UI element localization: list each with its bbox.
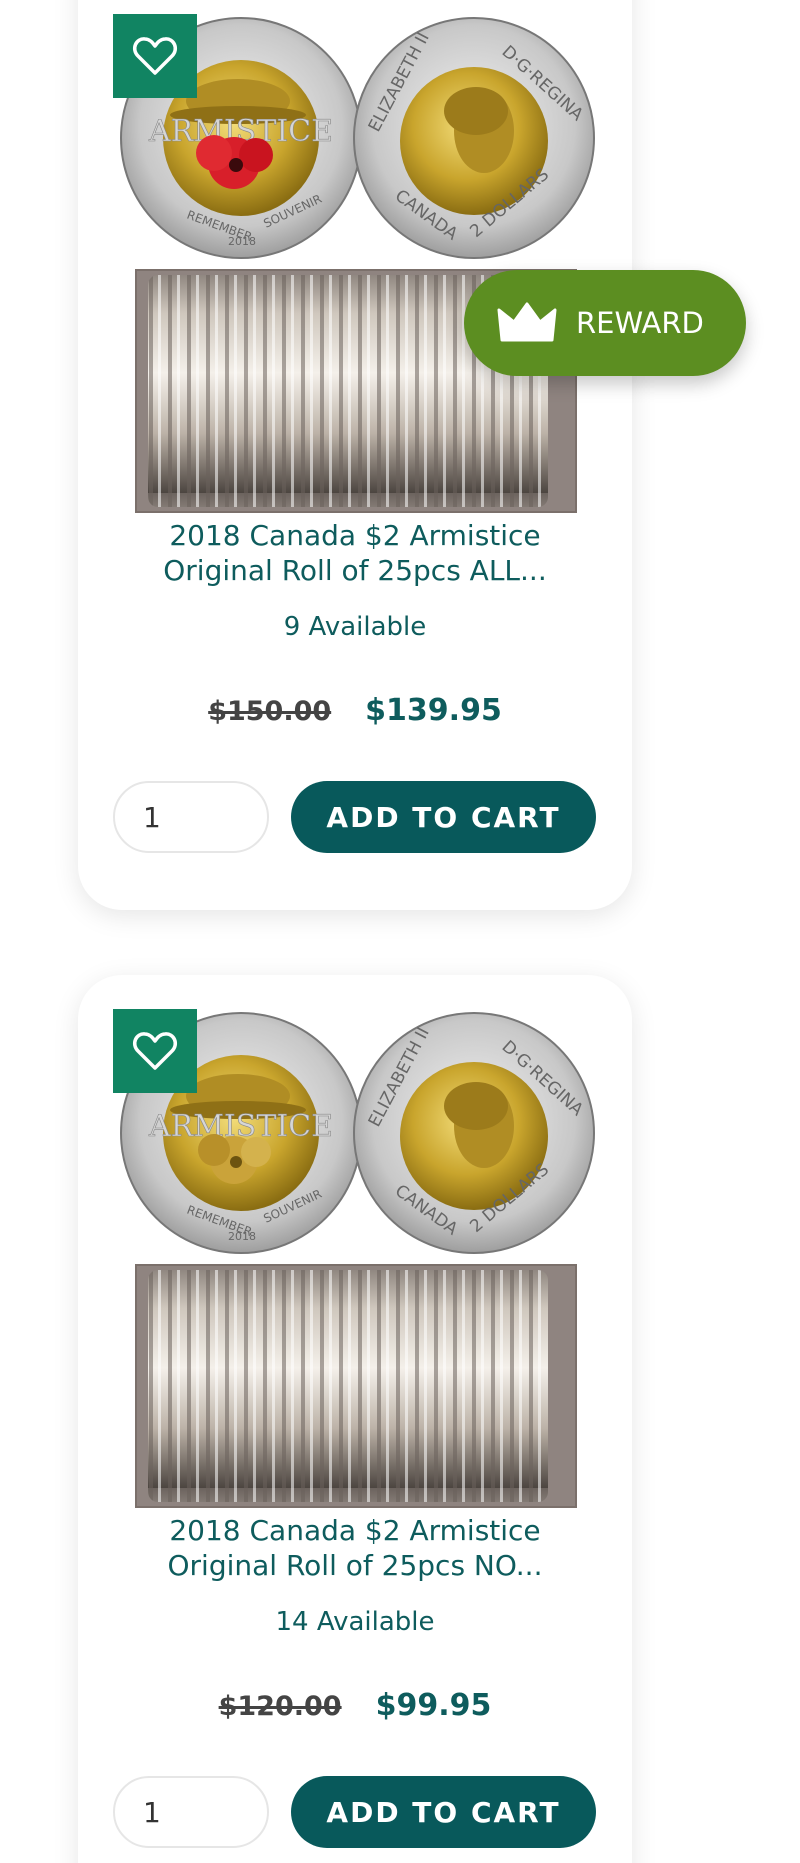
old-price: $120.00	[218, 1691, 342, 1722]
heart-icon	[133, 1032, 177, 1070]
availability-text: 14 Available	[275, 1607, 435, 1637]
coin-roll	[135, 1264, 577, 1508]
reward-button[interactable]: REWARD	[464, 270, 746, 376]
add-to-cart-button[interactable]: ADD TO CART	[291, 781, 596, 853]
availability-text: 9 Available	[283, 612, 427, 642]
queen-coin-image: ELIZABETH II D·G·REGINA CANADA 2 DOLLARS	[353, 1012, 595, 1254]
wishlist-button[interactable]	[113, 14, 197, 98]
queen-coin-image: ELIZABETH II D·G·REGINA CANADA 2 DOLLARS	[353, 17, 595, 259]
sale-price: $99.95	[375, 1688, 492, 1723]
crown-icon	[497, 302, 557, 342]
add-to-cart-button[interactable]: ADD TO CART	[291, 1776, 596, 1848]
price-row: $150.00 $139.95	[118, 693, 592, 728]
product-title[interactable]: 2018 Canada $2 Armistice Original Roll o…	[118, 518, 592, 588]
product-card: ARMISTICE REMEMBER SOUVENIR 2018 ELIZABE…	[78, 975, 632, 1863]
quantity-input[interactable]	[113, 1776, 269, 1848]
svg-text:2018: 2018	[228, 235, 256, 248]
old-price: $150.00	[208, 696, 332, 727]
svg-text:2018: 2018	[228, 1230, 256, 1243]
product-card: ARMISTICE REMEMBER SOUVENIR 2018 ELIZABE…	[78, 0, 632, 910]
product-title[interactable]: 2018 Canada $2 Armistice Original Roll o…	[118, 1513, 592, 1583]
reward-label: REWARD	[576, 306, 704, 340]
wishlist-button[interactable]	[113, 1009, 197, 1093]
heart-icon	[133, 37, 177, 75]
price-row: $120.00 $99.95	[118, 1688, 592, 1723]
sale-price: $139.95	[365, 693, 502, 728]
quantity-input[interactable]	[113, 781, 269, 853]
